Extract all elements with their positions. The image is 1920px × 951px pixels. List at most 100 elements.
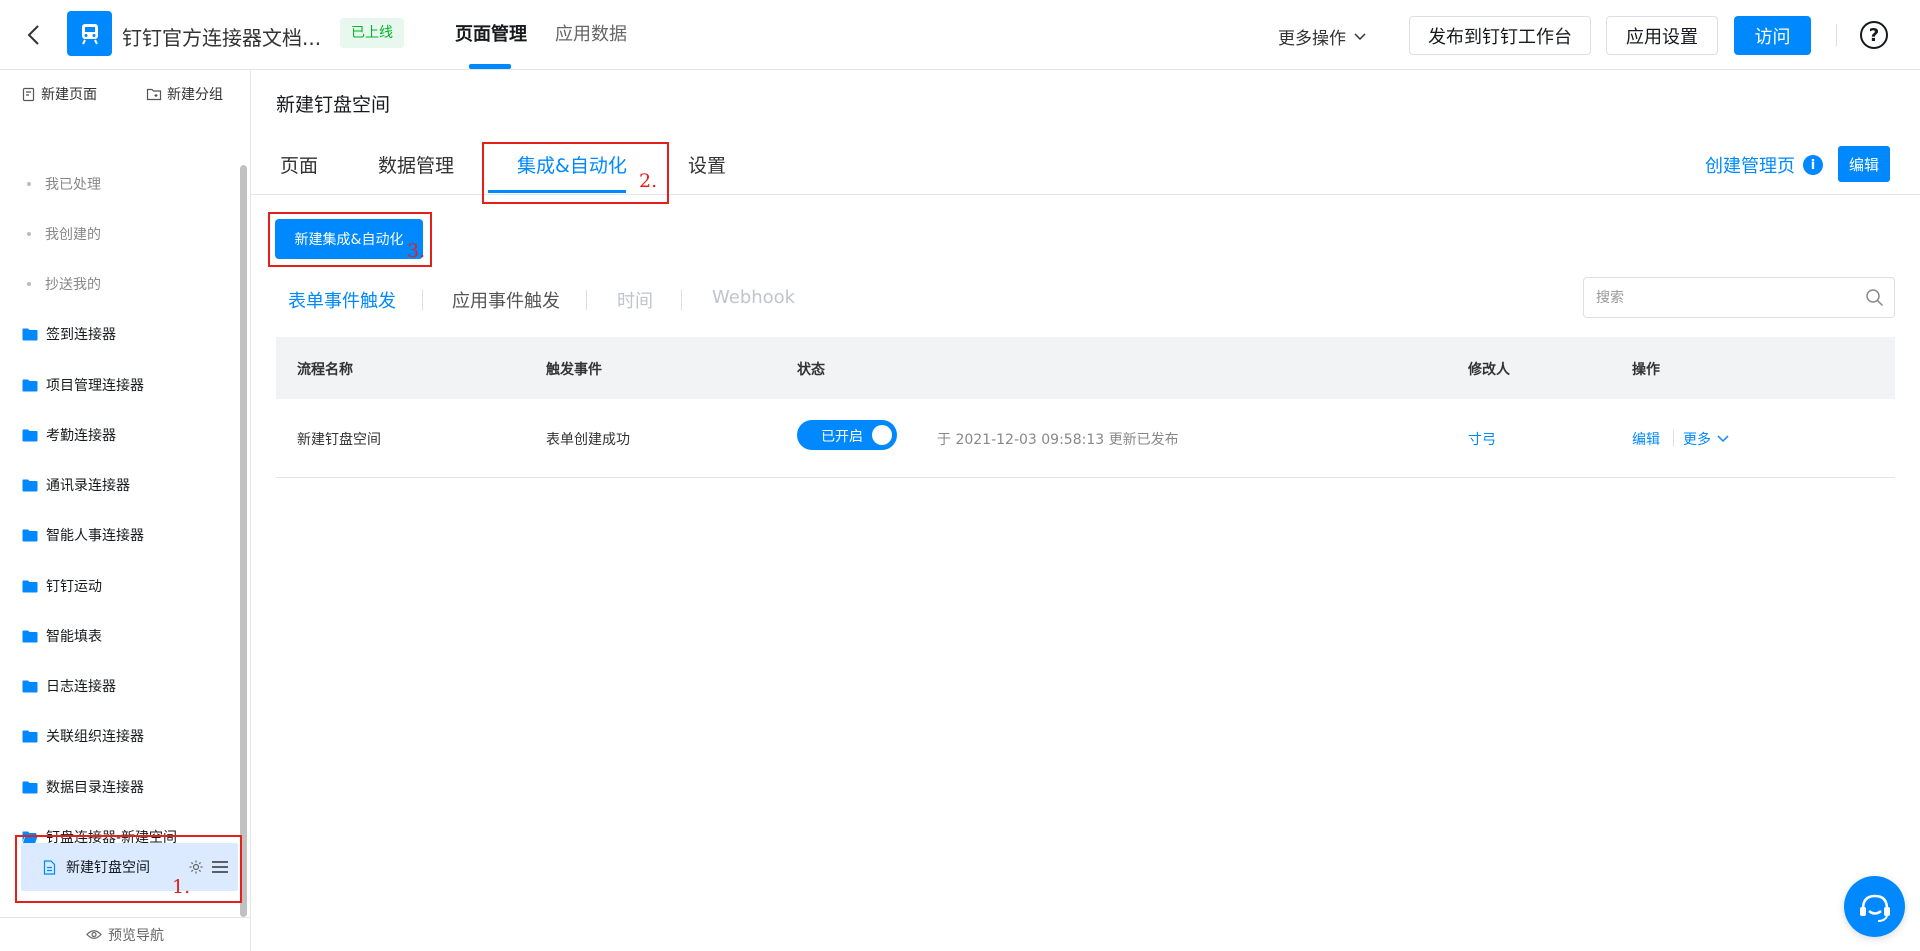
tab-data-management[interactable]: 数据管理: [378, 151, 454, 178]
bullet-dot: [27, 282, 31, 286]
tab-page-management[interactable]: 页面管理: [455, 20, 527, 46]
filter-webhook[interactable]: Webhook: [712, 287, 795, 308]
sidebar-scrollbar[interactable]: [240, 165, 247, 917]
row-edit-link[interactable]: 编辑: [1632, 429, 1660, 449]
preview-nav-button[interactable]: 预览导航: [0, 917, 250, 951]
folder-icon: [22, 580, 38, 593]
tab-settings[interactable]: 设置: [688, 151, 726, 178]
status-toggle[interactable]: 已开启: [797, 420, 897, 450]
sidebar-folder[interactable]: 考勤连接器: [0, 415, 240, 455]
filter-form-event[interactable]: 表单事件触发: [288, 287, 396, 313]
create-admin-page-link[interactable]: 创建管理页 i: [1705, 152, 1823, 178]
annotation-label-3: 3.: [407, 240, 426, 262]
folder-icon: [22, 781, 38, 794]
header-divider: [1836, 24, 1837, 46]
sidebar-item-label: 新建钉盘空间: [66, 860, 150, 876]
sidebar-item-label: 抄送我的: [45, 277, 101, 293]
gear-icon[interactable]: [188, 859, 204, 879]
info-icon[interactable]: i: [1803, 155, 1823, 175]
preview-nav-label: 预览导航: [108, 927, 164, 944]
sidebar-item-label: 数据目录连接器: [46, 780, 144, 796]
tab-integration-automation[interactable]: 集成&自动化: [517, 151, 627, 178]
flow-name-cell: 新建钉盘空间: [297, 432, 381, 448]
folder-icon: [22, 328, 38, 341]
edit-button[interactable]: 编辑: [1838, 146, 1890, 182]
row-more-label: 更多: [1683, 432, 1711, 448]
table-row: 新建钉盘空间 表单创建成功 已开启 于 2021-12-03 09:58:13 …: [276, 399, 1895, 478]
status-badge: 已上线: [340, 18, 404, 48]
top-header: 钉钉官方连接器文档... 已上线 页面管理 应用数据 更多操作 发布到钉钉工作台…: [0, 0, 1920, 70]
sidebar-sub-item[interactable]: 我创建的: [0, 214, 240, 254]
new-page-label: 新建页面: [41, 87, 97, 103]
customer-service-button[interactable]: [1844, 876, 1905, 937]
filter-app-event[interactable]: 应用事件触发: [452, 287, 560, 313]
sidebar-item-label: 智能填表: [46, 629, 102, 645]
sidebar-folder[interactable]: 日志连接器: [0, 666, 240, 706]
folder-open-icon: [22, 831, 38, 844]
annotation-label-2: 2.: [639, 170, 658, 192]
folder-icon: [22, 730, 38, 743]
sidebar-folder[interactable]: 智能人事连接器: [0, 515, 240, 555]
app-settings-button[interactable]: 应用设置: [1606, 16, 1718, 55]
more-ops-dropdown[interactable]: 更多操作: [1278, 24, 1366, 49]
folder-icon: [22, 429, 38, 442]
sidebar-item-label: 我创建的: [45, 227, 101, 243]
operation-divider: [1673, 430, 1674, 446]
create-admin-page-label: 创建管理页: [1705, 156, 1795, 177]
search-icon[interactable]: [1865, 288, 1884, 311]
sidebar-folder[interactable]: 钉钉运动: [0, 566, 240, 606]
column-header: 流程名称: [297, 362, 353, 378]
filter-divider: [681, 290, 682, 310]
app-title[interactable]: 钉钉官方连接器文档...: [122, 22, 321, 51]
new-page-icon: [22, 87, 35, 101]
column-header: 修改人: [1468, 362, 1510, 378]
help-icon[interactable]: ?: [1860, 21, 1888, 49]
sidebar-folder[interactable]: 签到连接器: [0, 314, 240, 354]
sidebar-folder[interactable]: 关联组织连接器: [0, 716, 240, 756]
drag-handle-icon[interactable]: [211, 860, 229, 878]
toggle-knob: [872, 425, 892, 445]
sidebar-toolbar: 新建页面 新建分组: [0, 70, 250, 116]
column-header: 状态: [797, 362, 825, 378]
subtabs-divider: [251, 194, 1920, 195]
folder-icon: [22, 680, 38, 693]
modifier-link[interactable]: 寸弓: [1468, 429, 1496, 449]
sidebar-item-label: 通讯录连接器: [46, 478, 130, 494]
visit-button[interactable]: 访问: [1734, 16, 1811, 55]
tab-pages[interactable]: 页面: [280, 151, 318, 178]
filter-time[interactable]: 时间: [617, 287, 653, 313]
page-title: 新建钉盘空间: [276, 94, 391, 116]
filter-divider: [422, 290, 423, 310]
filter-divider: [586, 290, 587, 310]
sidebar-sub-item[interactable]: 抄送我的: [0, 264, 240, 304]
active-tab-indicator: [469, 64, 511, 69]
search-input[interactable]: [1596, 278, 1856, 317]
active-subtab-indicator: [488, 190, 626, 193]
new-group-button[interactable]: 新建分组: [146, 84, 223, 104]
headset-icon: [1859, 894, 1890, 922]
sidebar-item-selected-page[interactable]: 新建钉盘空间: [21, 843, 238, 891]
new-page-button[interactable]: 新建页面: [22, 84, 97, 104]
sidebar-item-label: 项目管理连接器: [46, 378, 144, 394]
sidebar-sub-item[interactable]: 我已处理: [0, 164, 240, 204]
annotation-label-1: 1.: [172, 876, 191, 898]
new-folder-icon: [146, 88, 162, 101]
sidebar-folder[interactable]: 项目管理连接器: [0, 365, 240, 405]
updated-time-cell: 于 2021-12-03 09:58:13 更新已发布: [937, 432, 1179, 448]
sidebar-folder[interactable]: 数据目录连接器: [0, 767, 240, 807]
back-button[interactable]: [18, 20, 48, 50]
sidebar-item-label: 关联组织连接器: [46, 729, 144, 745]
sidebar-folder[interactable]: 智能填表: [0, 616, 240, 656]
row-more-dropdown[interactable]: 更多: [1683, 429, 1729, 449]
new-integration-automation-button[interactable]: 新建集成&自动化: [275, 219, 423, 259]
sidebar: 新建页面 新建分组 我已处理 我创建的 抄送我的 签到连接器 项目管理连接器 考…: [0, 70, 251, 951]
sidebar-folder[interactable]: 通讯录连接器: [0, 465, 240, 505]
toggle-label: 已开启: [821, 429, 863, 445]
app-logo: [67, 11, 112, 56]
new-group-label: 新建分组: [167, 87, 223, 103]
eye-icon: [86, 930, 102, 939]
tab-app-data[interactable]: 应用数据: [555, 20, 627, 46]
chevron-left-icon: [27, 25, 39, 45]
publish-button[interactable]: 发布到钉钉工作台: [1409, 16, 1591, 55]
column-header: 操作: [1632, 362, 1660, 378]
